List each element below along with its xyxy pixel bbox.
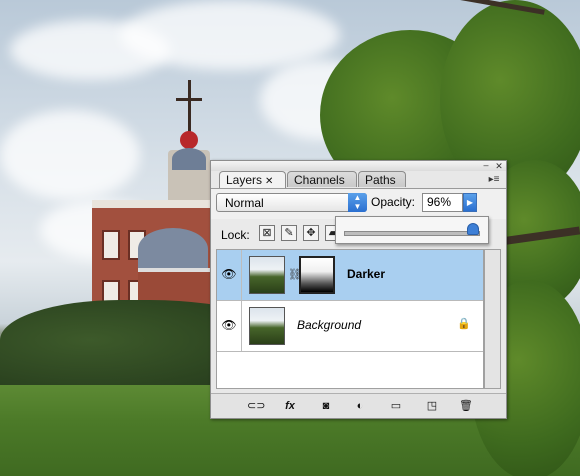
mask-link-icon[interactable]: ⛓ bbox=[288, 267, 302, 283]
layer-row-background[interactable]: 👁 Background 🔒 bbox=[217, 301, 483, 351]
opacity-slider-popup bbox=[335, 216, 489, 244]
visibility-cell[interactable]: 👁 bbox=[217, 250, 242, 300]
tab-channels[interactable]: Channels bbox=[287, 171, 357, 187]
panel-menu-icon[interactable]: ▸≡ bbox=[486, 174, 502, 186]
layer-lock-icon: 🔒 bbox=[457, 318, 471, 330]
visibility-cell[interactable]: 👁 bbox=[217, 301, 242, 351]
collapse-button[interactable]: – bbox=[481, 161, 491, 171]
opacity-slider-track[interactable] bbox=[344, 231, 480, 236]
layers-panel[interactable]: – ✕ Layers ✕ Channels Paths ▸≡ Normal ▲ ▼ … bbox=[210, 160, 507, 419]
tab-label: Paths bbox=[365, 173, 396, 187]
layer-row-darker[interactable]: 👁 ⛓ Darker bbox=[217, 250, 483, 300]
weather-vane-mast bbox=[188, 80, 191, 135]
panel-bottom-toolbar: ⊂⊃ fx ◙ ◐ ▭ ◳ 🗑 bbox=[211, 393, 506, 418]
lock-transparent-pixels-icon[interactable]: ⊠ bbox=[259, 225, 275, 241]
tab-layers[interactable]: Layers ✕ bbox=[219, 171, 286, 188]
opacity-slider-toggle-icon[interactable]: ▶ bbox=[463, 193, 477, 212]
tab-paths[interactable]: Paths bbox=[358, 171, 406, 187]
layer-name[interactable]: Darker bbox=[347, 267, 385, 281]
eye-icon[interactable]: 👁 bbox=[221, 267, 237, 281]
cupola bbox=[172, 148, 206, 170]
weather-vane bbox=[176, 98, 202, 101]
layer-thumbnail[interactable] bbox=[249, 307, 285, 345]
layer-thumbnail[interactable] bbox=[249, 256, 285, 294]
layer-divider bbox=[217, 351, 483, 352]
fx-icon[interactable]: fx bbox=[281, 399, 299, 413]
adjustment-layer-icon[interactable]: ◐ bbox=[351, 399, 369, 413]
opacity-slider-thumb[interactable] bbox=[466, 223, 479, 235]
cloud bbox=[0, 110, 140, 200]
new-layer-icon[interactable]: ◳ bbox=[423, 399, 441, 413]
tab-label: Channels bbox=[294, 173, 345, 187]
lock-image-pixels-icon[interactable]: ✎ bbox=[281, 225, 297, 241]
eye-icon[interactable]: 👁 bbox=[221, 318, 237, 332]
lock-label: Lock: bbox=[221, 228, 250, 242]
link-layers-icon[interactable]: ⊂⊃ bbox=[247, 399, 265, 413]
blend-opacity-row: Normal ▲ ▼ Opacity: 96% ▶ bbox=[211, 189, 506, 219]
close-panel-button[interactable]: ✕ bbox=[494, 161, 504, 171]
blend-mode-select[interactable]: Normal ▲ ▼ bbox=[216, 193, 367, 212]
panel-title-bar[interactable] bbox=[211, 161, 506, 171]
layers-scrollbar[interactable] bbox=[484, 249, 501, 389]
tab-label: Layers bbox=[226, 173, 263, 187]
blend-mode-arrows-icon[interactable]: ▲ ▼ bbox=[348, 193, 367, 212]
lock-position-icon[interactable]: ✥ bbox=[303, 225, 319, 241]
opacity-label: Opacity: bbox=[371, 195, 416, 209]
time-ball bbox=[180, 131, 198, 149]
opacity-input[interactable]: 96% bbox=[422, 193, 463, 212]
observatory-dome bbox=[138, 228, 208, 270]
blend-mode-value: Normal bbox=[225, 196, 264, 210]
new-group-icon[interactable]: ▭ bbox=[387, 399, 405, 413]
trash-icon[interactable]: 🗑 bbox=[457, 399, 475, 413]
add-mask-icon[interactable]: ◙ bbox=[317, 399, 335, 413]
tab-close-icon[interactable]: ✕ bbox=[265, 176, 273, 187]
window bbox=[102, 230, 120, 260]
layer-name[interactable]: Background bbox=[297, 318, 361, 332]
cloud bbox=[120, 0, 340, 70]
layer-mask-thumbnail[interactable] bbox=[299, 256, 335, 294]
layers-list: 👁 ⛓ Darker 👁 Background 🔒 bbox=[216, 249, 484, 389]
